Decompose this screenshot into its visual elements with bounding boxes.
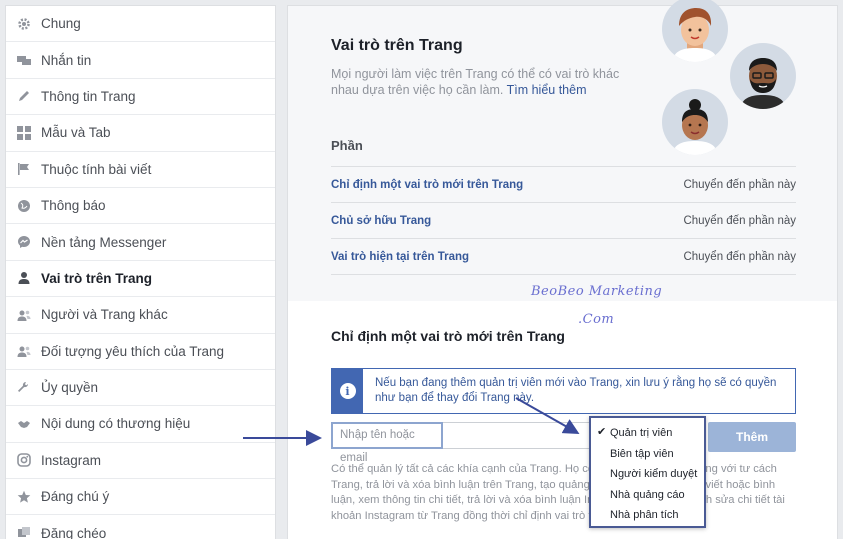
sidebar-item-label: Instagram xyxy=(41,452,102,468)
sidebar-item-general[interactable]: Chung xyxy=(6,6,275,43)
learn-more-link[interactable]: Tìm hiểu thêm xyxy=(507,83,587,97)
person-icon xyxy=(17,271,31,285)
avatar-illustration-woman xyxy=(662,0,728,62)
section-link-assign-role[interactable]: Chỉ định một vai trò mới trên Trang xyxy=(331,179,523,191)
star-icon xyxy=(17,490,31,504)
page-roles-header-section: Vai trò trên Trang Mọi người làm việc tr… xyxy=(288,0,837,301)
assign-role-section: .Com Chỉ định một vai trò mới trên Trang… xyxy=(288,301,837,539)
flag-icon xyxy=(17,162,31,176)
watermark-text: BeoBeo Marketing xyxy=(531,284,663,299)
sidebar-item-preferred-audience[interactable]: Đối tượng yêu thích của Trang xyxy=(6,334,275,370)
sidebar-item-label: Nhắn tin xyxy=(41,52,92,68)
avatar-illustration-woman-bun xyxy=(662,89,728,155)
section-link-row[interactable]: Chủ sở hữu Trang Chuyển đến phần này xyxy=(331,202,796,238)
sidebar-item-label: Thuộc tính bài viết xyxy=(41,161,152,177)
sidebar-item-post-attribution[interactable]: Thuộc tính bài viết xyxy=(6,152,275,188)
sidebar-item-people-other-pages[interactable]: Người và Trang khác xyxy=(6,297,275,334)
handshake-icon xyxy=(17,417,31,431)
section-link-current-roles[interactable]: Vai trò hiện tại trên Trang xyxy=(331,251,469,263)
admin-info-notice: i Nếu bạn đang thêm quản trị viên mới và… xyxy=(331,368,796,414)
info-notice-text: Nếu bạn đang thêm quản trị viên mới vào … xyxy=(375,377,777,404)
sidebar-item-label: Thông báo xyxy=(41,198,106,214)
role-option-advertiser[interactable]: Nhà quảng cáo xyxy=(591,485,704,506)
section-link-row[interactable]: Chỉ định một vai trò mới trên Trang Chuy… xyxy=(331,166,796,202)
role-option-label: Biên tập viên xyxy=(610,447,674,460)
sidebar-item-label: Thông tin Trang xyxy=(41,88,136,104)
role-option-analyst[interactable]: Nhà phân tích xyxy=(591,505,704,526)
sidebar-item-label: Nội dung có thương hiệu xyxy=(41,416,191,432)
role-option-label: Quản trị viên xyxy=(610,427,673,440)
sidebar-item-label: Người và Trang khác xyxy=(41,307,168,323)
grid-icon xyxy=(17,125,31,140)
sidebar-item-label: Đăng chéo xyxy=(41,525,107,539)
role-option-moderator[interactable]: Người kiểm duyệt xyxy=(591,464,704,485)
sidebar-item-label: Ủy quyền xyxy=(41,380,99,396)
pencil-icon xyxy=(17,89,31,103)
role-option-label: Nhà quảng cáo xyxy=(610,488,685,501)
info-icon: i xyxy=(339,383,356,399)
checkmark-icon: ✔ xyxy=(597,426,607,438)
sidebar-item-label: Nền tảng Messenger xyxy=(41,234,167,250)
role-option-label: Nhà phân tích xyxy=(610,509,679,522)
sidebar-item-crossposting[interactable]: Đăng chéo xyxy=(6,515,275,539)
role-option-label: Người kiểm duyệt xyxy=(610,468,698,481)
sidebar-item-templates-tabs[interactable]: Mẫu và Tab xyxy=(6,115,275,152)
page-title: Vai trò trên Trang xyxy=(331,37,463,54)
sidebar-item-instagram[interactable]: Instagram xyxy=(6,443,275,480)
info-notice-bar: i xyxy=(332,369,363,413)
sidebar-item-messaging[interactable]: Nhắn tin xyxy=(6,42,275,79)
globe-icon xyxy=(17,199,31,213)
goto-section-link[interactable]: Chuyển đến phần này xyxy=(683,251,796,263)
avatar-illustration-bearded-man xyxy=(730,43,796,109)
goto-section-link[interactable]: Chuyển đến phần này xyxy=(683,179,796,191)
sidebar-item-authorization[interactable]: Ủy quyền xyxy=(6,370,275,407)
section-link-page-owner[interactable]: Chủ sở hữu Trang xyxy=(331,215,431,227)
sidebar-item-page-roles[interactable]: Vai trò trên Trang xyxy=(6,261,275,298)
sidebar-item-label: Vai trò trên Trang xyxy=(41,270,153,286)
people-icon xyxy=(17,308,31,322)
role-description-text: Có thể quản lý tất cả các khía cạnh của … xyxy=(331,463,785,522)
add-button[interactable]: Thêm xyxy=(708,422,796,452)
wrench-icon xyxy=(17,381,31,395)
section-link-row[interactable]: Vai trò hiện tại trên Trang Chuyển đến p… xyxy=(331,238,796,275)
name-email-input[interactable]: Nhập tên hoặc email xyxy=(331,422,443,464)
sidebar-item-branded-content[interactable]: Nội dung có thương hiệu xyxy=(6,406,275,443)
sidebar-item-label: Chung xyxy=(41,16,81,32)
page-description: Mọi người làm việc trên Trang có thể có … xyxy=(331,66,641,98)
assign-role-title: Chỉ định một vai trò mới trên Trang xyxy=(331,328,565,344)
goto-section-link[interactable]: Chuyển đến phần này xyxy=(683,215,796,227)
sidebar-item-label: Đáng chú ý xyxy=(41,489,110,505)
instagram-icon xyxy=(17,453,31,468)
messenger-icon xyxy=(17,235,31,249)
chat-bubbles-icon xyxy=(17,53,31,67)
sidebar-item-featured[interactable]: Đáng chú ý xyxy=(6,479,275,516)
crosspost-icon xyxy=(17,526,31,539)
settings-sidebar: Chung Nhắn tin Thông tin Trang Mẫu và Ta… xyxy=(5,5,276,539)
sections-heading: Phần xyxy=(331,138,363,153)
page-roles-panel: Vai trò trên Trang Mọi người làm việc tr… xyxy=(287,0,838,539)
watermark-domain: .Com xyxy=(578,312,615,327)
sidebar-item-page-info[interactable]: Thông tin Trang xyxy=(6,79,275,116)
sidebar-item-label: Đối tượng yêu thích của Trang xyxy=(41,343,224,359)
role-option-admin[interactable]: ✔ Quản trị viên xyxy=(591,423,704,444)
role-dropdown-menu[interactable]: ✔ Quản trị viên Biên tập viên Người kiểm… xyxy=(589,416,706,528)
people-icon xyxy=(17,344,31,358)
sidebar-item-notifications[interactable]: Thông báo xyxy=(6,188,275,225)
gear-icon xyxy=(17,17,31,31)
name-email-input-extension[interactable] xyxy=(443,422,596,449)
sidebar-item-messenger-platform[interactable]: Nền tảng Messenger xyxy=(6,224,275,261)
role-option-editor[interactable]: Biên tập viên xyxy=(591,444,704,465)
sidebar-item-label: Mẫu và Tab xyxy=(41,125,111,141)
